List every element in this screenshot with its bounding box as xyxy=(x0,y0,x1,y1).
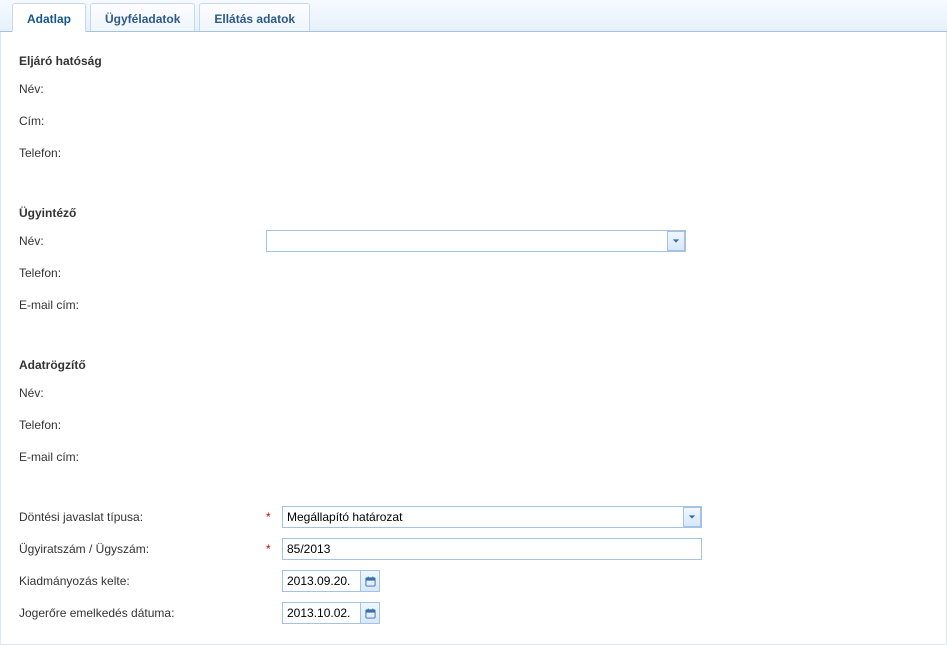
authority-name-row: Név: xyxy=(19,78,936,100)
admin-name-input[interactable] xyxy=(266,230,686,252)
admin-email-label: E-mail cím: xyxy=(19,298,266,312)
recorder-phone-row: Telefon: xyxy=(19,414,936,436)
tab-ugyfeladatok[interactable]: Ügyféladatok xyxy=(90,3,195,31)
recorder-name-row: Név: xyxy=(19,382,936,404)
authority-address-row: Cím: xyxy=(19,110,936,132)
section-authority-title: Eljáró hatóság xyxy=(19,54,936,68)
issued-date-picker-button[interactable] xyxy=(360,570,380,592)
chevron-down-icon xyxy=(688,513,696,521)
admin-phone-row: Telefon: xyxy=(19,262,936,284)
authority-phone-label: Telefon: xyxy=(19,146,266,160)
issued-date-label: Kiadmányozás kelte: xyxy=(19,574,266,588)
final-date-picker-button[interactable] xyxy=(360,602,380,624)
admin-name-dropdown-button[interactable] xyxy=(667,231,685,251)
decision-type-row: Döntési javaslat típusa: * xyxy=(19,506,936,528)
tab-content: Eljáró hatóság Név: Cím: Telefon: Ügyint… xyxy=(0,32,947,645)
calendar-icon xyxy=(365,576,376,587)
decision-type-label: Döntési javaslat típusa: xyxy=(19,510,266,524)
recorder-email-row: E-mail cím: xyxy=(19,446,936,468)
issued-date-input[interactable] xyxy=(282,570,360,592)
decision-type-select[interactable] xyxy=(282,506,702,528)
admin-name-row: Név: xyxy=(19,230,936,252)
required-mark: * xyxy=(266,510,276,524)
calendar-icon xyxy=(365,608,376,619)
tab-adatlap[interactable]: Adatlap xyxy=(12,3,86,32)
section-admin-title: Ügyintéző xyxy=(19,206,936,220)
admin-name-select[interactable] xyxy=(266,230,686,252)
admin-name-label: Név: xyxy=(19,234,266,248)
recorder-phone-label: Telefon: xyxy=(19,418,266,432)
tab-ellatas-adatok[interactable]: Ellátás adatok xyxy=(199,3,310,31)
final-date-field xyxy=(282,602,380,624)
casenum-label: Ügyiratszám / Ügyszám: xyxy=(19,542,266,556)
recorder-email-label: E-mail cím: xyxy=(19,450,266,464)
casenum-row: Ügyiratszám / Ügyszám: * xyxy=(19,538,936,560)
form-container: Adatlap Ügyféladatok Ellátás adatok Eljá… xyxy=(0,0,947,600)
authority-address-label: Cím: xyxy=(19,114,266,128)
final-date-input[interactable] xyxy=(282,602,360,624)
final-date-row: Jogerőre emelkedés dátuma: * xyxy=(19,602,936,624)
admin-phone-label: Telefon: xyxy=(19,266,266,280)
tab-bar: Adatlap Ügyféladatok Ellátás adatok xyxy=(0,0,947,32)
final-date-label: Jogerőre emelkedés dátuma: xyxy=(19,606,266,620)
chevron-down-icon xyxy=(672,237,680,245)
decision-type-dropdown-button[interactable] xyxy=(683,507,701,527)
authority-name-label: Név: xyxy=(19,82,266,96)
decision-type-input[interactable] xyxy=(282,506,702,528)
casenum-input[interactable] xyxy=(282,538,702,560)
issued-date-row: Kiadmányozás kelte: * xyxy=(19,570,936,592)
required-mark: * xyxy=(266,542,276,556)
authority-phone-row: Telefon: xyxy=(19,142,936,164)
issued-date-field xyxy=(282,570,380,592)
recorder-name-label: Név: xyxy=(19,386,266,400)
admin-email-row: E-mail cím: xyxy=(19,294,936,316)
section-recorder-title: Adatrögzítő xyxy=(19,358,936,372)
